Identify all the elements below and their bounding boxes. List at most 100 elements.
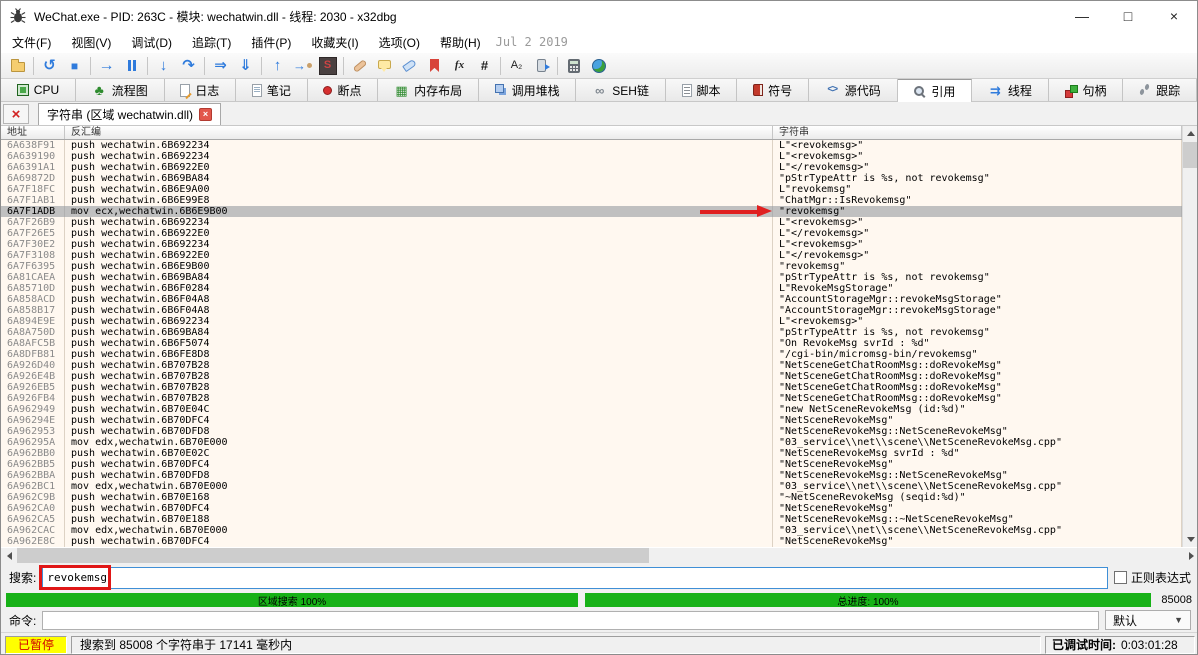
menu-item[interactable]: 收藏夹(I) <box>302 31 367 54</box>
scroll-left-button[interactable] <box>1 548 17 563</box>
table-row[interactable]: 6A962BB5 push wechatwin.6B70DFC4 "NetScene… <box>1 459 1182 470</box>
close-all-references-button[interactable]: × <box>3 104 29 124</box>
horizontal-scroll-thumb[interactable] <box>17 548 649 563</box>
table-row[interactable]: 6A7F26E5 push wechatwin.6B6922E0 L"</revok… <box>1 228 1182 239</box>
strings-button[interactable] <box>504 54 529 77</box>
table-row[interactable]: 6A8A750D push wechatwin.6B69BA84 "pStrType… <box>1 327 1182 338</box>
run-button[interactable] <box>94 54 119 77</box>
tab-trace[interactable]: 跟踪 <box>1123 79 1197 101</box>
tab-script[interactable]: 脚本 <box>665 79 738 101</box>
command-input[interactable] <box>42 610 1099 630</box>
scroll-up-button[interactable] <box>1183 126 1197 141</box>
table-row[interactable]: 6A926FB4 push wechatwin.6B707B28 "NetScene… <box>1 393 1182 404</box>
tab-notes[interactable]: 笔记 <box>236 79 308 101</box>
column-header-address[interactable]: 地址 <box>1 126 65 139</box>
scroll-down-button[interactable] <box>1183 532 1197 547</box>
tab-threads[interactable]: 线程 <box>972 79 1049 101</box>
pause-button[interactable] <box>119 54 144 77</box>
open-file-button[interactable] <box>5 54 30 77</box>
table-row[interactable]: 6A7F26B9 push wechatwin.6B692234 L"<revoke… <box>1 217 1182 228</box>
table-row[interactable]: 6A8AFC5B push wechatwin.6B6F5074 "On Revok… <box>1 338 1182 349</box>
table-row[interactable]: 6A7F3108 push wechatwin.6B6922E0 L"</revok… <box>1 250 1182 261</box>
table-row[interactable]: 6A96294E push wechatwin.6B70DFC4 "NetScene… <box>1 415 1182 426</box>
labels-button[interactable] <box>397 54 422 77</box>
patches-button[interactable] <box>347 54 372 77</box>
tab-handles[interactable]: 句柄 <box>1048 79 1124 101</box>
menu-item[interactable]: 文件(F) <box>3 31 60 54</box>
tab-memory-map[interactable]: 内存布局 <box>378 79 479 101</box>
tab-symbols[interactable]: 符号 <box>737 79 809 101</box>
functions-button[interactable] <box>447 54 472 77</box>
table-row[interactable]: 6A7F18FC push wechatwin.6B6E9A00 L"revokem… <box>1 184 1182 195</box>
table-row[interactable]: 6A926EB5 push wechatwin.6B707B28 "NetScene… <box>1 382 1182 393</box>
tab-log[interactable]: 日志 <box>164 79 237 101</box>
bookmarks-button[interactable] <box>422 54 447 77</box>
scylla-button[interactable] <box>315 54 340 77</box>
table-row[interactable]: 6A926E4B push wechatwin.6B707B28 "NetScene… <box>1 371 1182 382</box>
table-row[interactable]: 6A962CA5 push wechatwin.6B70E188 "NetScene… <box>1 514 1182 525</box>
tab-breakpoints[interactable]: 断点 <box>307 79 379 101</box>
regex-checkbox[interactable] <box>1113 571 1127 584</box>
table-row[interactable]: 6A962953 push wechatwin.6B70DFD8 "NetScene… <box>1 426 1182 437</box>
step-over-button[interactable] <box>176 54 201 77</box>
table-row[interactable]: 6A962BBA push wechatwin.6B70DFD8 "NetScene… <box>1 470 1182 481</box>
table-row[interactable]: 6A894E9E push wechatwin.6B692234 L"<revoke… <box>1 316 1182 327</box>
table-row[interactable]: 6A962C9B push wechatwin.6B70E168 "~NetScen… <box>1 492 1182 503</box>
table-row[interactable]: 6A7F30E2 push wechatwin.6B692234 L"<revoke… <box>1 239 1182 250</box>
modules-button[interactable] <box>529 54 554 77</box>
run-to-user-code-button[interactable] <box>208 54 233 77</box>
scroll-right-button[interactable] <box>1183 548 1197 563</box>
menu-item[interactable]: 追踪(T) <box>183 31 240 54</box>
table-row[interactable]: 6A7F1AB1 push wechatwin.6B6E99E8 "ChatMgr:… <box>1 195 1182 206</box>
vertical-scroll-thumb[interactable] <box>1183 142 1197 168</box>
vertical-scrollbar[interactable] <box>1182 126 1197 547</box>
maximize-button[interactable]: □ <box>1105 1 1151 31</box>
minimize-button[interactable]: — <box>1059 1 1105 31</box>
restart-button[interactable] <box>37 54 62 77</box>
table-row[interactable]: 6A962CA0 push wechatwin.6B70DFC4 "NetScene… <box>1 503 1182 514</box>
stop-button[interactable] <box>62 54 87 77</box>
comments-button[interactable] <box>372 54 397 77</box>
run-until-button[interactable] <box>265 54 290 77</box>
menu-item[interactable]: 插件(P) <box>242 31 300 54</box>
table-row[interactable]: 6A81CAEA push wechatwin.6B69BA84 "pStrType… <box>1 272 1182 283</box>
hash-button[interactable] <box>472 54 497 77</box>
menu-item[interactable]: 帮助(H) <box>431 31 490 54</box>
close-button[interactable]: × <box>1151 1 1197 31</box>
column-header-string[interactable]: 字符串 <box>773 126 1182 139</box>
horizontal-scrollbar[interactable] <box>1 548 1197 563</box>
tab-graph[interactable]: 流程图 <box>75 79 165 101</box>
table-row[interactable]: 6A96295A mov edx,wechatwin.6B70E000 "03_se… <box>1 437 1182 448</box>
table-row[interactable]: 6A69872D push wechatwin.6B69BA84 "pStrType… <box>1 173 1182 184</box>
menu-item[interactable]: 选项(O) <box>370 31 429 54</box>
table-row[interactable]: 6A962949 push wechatwin.6B70E04C "new NetS… <box>1 404 1182 415</box>
calculator-button[interactable] <box>561 54 586 77</box>
table-row[interactable]: 6A638F91 push wechatwin.6B692234 L"<revoke… <box>1 140 1182 151</box>
strings-reference-tab[interactable]: 字符串 (区域 wechatwin.dll) × <box>38 103 222 125</box>
table-row[interactable]: 6A7F1ADB mov ecx,wechatwin.6B6E9B00 "revok… <box>1 206 1182 217</box>
search-input[interactable] <box>42 566 1108 589</box>
tab-source[interactable]: 源代码 <box>808 79 898 101</box>
table-row[interactable]: 6A85710D push wechatwin.6B6F0284 L"RevokeM… <box>1 283 1182 294</box>
profile-dropdown[interactable]: 默认 ▼ <box>1105 610 1191 630</box>
settings-button[interactable] <box>586 54 611 77</box>
table-row[interactable]: 6A639190 push wechatwin.6B692234 L"<revoke… <box>1 151 1182 162</box>
tab-references[interactable]: 引用 <box>897 79 973 102</box>
table-row[interactable]: 6A858B17 push wechatwin.6B6F04A8 "AccountS… <box>1 305 1182 316</box>
table-row[interactable]: 6A962BB0 push wechatwin.6B70E02C "NetScene… <box>1 448 1182 459</box>
table-row[interactable]: 6A7F6395 push wechatwin.6B6E9B00 "revokems… <box>1 261 1182 272</box>
table-row[interactable]: 6A962E8C push wechatwin.6B70DFC4 "NetScene… <box>1 536 1182 547</box>
tab-close-icon[interactable]: × <box>199 108 213 121</box>
tab-seh-chain[interactable]: SEH链 <box>576 79 666 101</box>
step-into-button[interactable] <box>151 54 176 77</box>
execute-till-return-button[interactable] <box>233 54 258 77</box>
table-row[interactable]: 6A962BC1 mov edx,wechatwin.6B70E000 "03_se… <box>1 481 1182 492</box>
tab-call-stack[interactable]: 调用堆栈 <box>478 79 577 101</box>
table-row[interactable]: 6A858ACD push wechatwin.6B6F04A8 "AccountS… <box>1 294 1182 305</box>
menu-item[interactable]: 调试(D) <box>122 31 181 54</box>
table-row[interactable]: 6A8DFB81 push wechatwin.6B6FE8D8 "/cgi-bin… <box>1 349 1182 360</box>
table-row[interactable]: 6A926D40 push wechatwin.6B707B28 "NetScene… <box>1 360 1182 371</box>
step-user-button[interactable] <box>290 54 315 77</box>
tab-cpu[interactable]: CPU <box>1 79 76 101</box>
column-header-disassembly[interactable]: 反汇编 <box>65 126 773 139</box>
